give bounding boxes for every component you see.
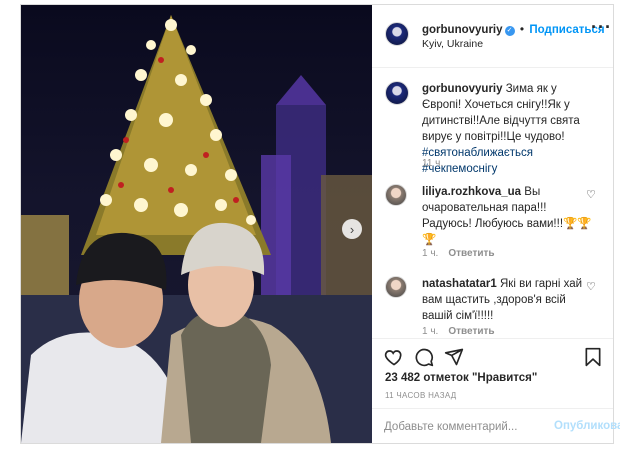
likes-count[interactable]: 23 482 отметок "Нравится" [385, 372, 537, 384]
heart-icon[interactable] [384, 347, 404, 367]
post-header: gorbunovyuriy ✓ • Подписаться Kyiv, Ukrai… [372, 5, 613, 68]
comment-time[interactable]: 1 ч. [422, 248, 438, 259]
caption-username[interactable]: gorbunovyuriy [422, 83, 503, 95]
post-timestamp[interactable]: 11 ЧАСОВ НАЗАД [385, 391, 456, 400]
comment-meta: 1 ч. Ответить [422, 326, 495, 337]
share-icon[interactable] [444, 347, 464, 367]
post-location[interactable]: Kyiv, Ukraine [422, 38, 483, 50]
author-avatar[interactable] [385, 22, 409, 46]
bookmark-icon[interactable] [584, 347, 602, 367]
next-photo-button[interactable]: › [342, 219, 362, 239]
post-dialog: › gorbunovyuriy ✓ • Подписаться Kyiv, Ukr… [20, 4, 620, 444]
commenter-avatar[interactable] [385, 184, 407, 206]
caption-time[interactable]: 11 ч. [422, 158, 443, 169]
separator-dot: • [519, 22, 525, 36]
post-actions: 23 482 отметок "Нравится" 11 ЧАСОВ НАЗАД [372, 338, 613, 409]
comment-body: natashatatar1 Які ви гарні хай вам щасти… [422, 276, 592, 324]
more-options-icon[interactable]: ··· [591, 18, 612, 36]
comment-time[interactable]: 1 ч. [422, 326, 438, 337]
comment-like-heart-icon[interactable]: ♡ [586, 188, 596, 201]
comment-composer: Опубликовать [372, 408, 620, 444]
comments-list: gorbunovyuriy Зима як у Європі! Хочеться… [372, 68, 613, 338]
reply-button[interactable]: Ответить [448, 326, 494, 337]
comment-username[interactable]: natashatatar1 [422, 278, 497, 290]
comment-like-heart-icon[interactable]: ♡ [586, 280, 596, 293]
verified-badge-icon: ✓ [504, 26, 515, 36]
publish-button[interactable]: Опубликовать [554, 420, 620, 432]
comment-body: liliya.rozhkova_ua Вы очаровательная пар… [422, 184, 592, 248]
comment-meta: 1 ч. Ответить [422, 248, 495, 259]
caption-avatar[interactable] [385, 81, 409, 105]
comment-input[interactable] [384, 418, 534, 436]
caption-body: gorbunovyuriy Зима як у Європі! Хочеться… [422, 81, 592, 177]
commenter-avatar[interactable] [385, 276, 407, 298]
comment-icon[interactable] [414, 347, 434, 367]
comment-username[interactable]: liliya.rozhkova_ua [422, 186, 521, 198]
post-side-panel: gorbunovyuriy ✓ • Подписаться Kyiv, Ukrai… [372, 5, 620, 444]
reply-button[interactable]: Ответить [448, 248, 494, 259]
post-photo[interactable]: › [21, 5, 372, 443]
photo-scene [21, 15, 372, 443]
author-username[interactable]: gorbunovyuriy [422, 24, 503, 36]
